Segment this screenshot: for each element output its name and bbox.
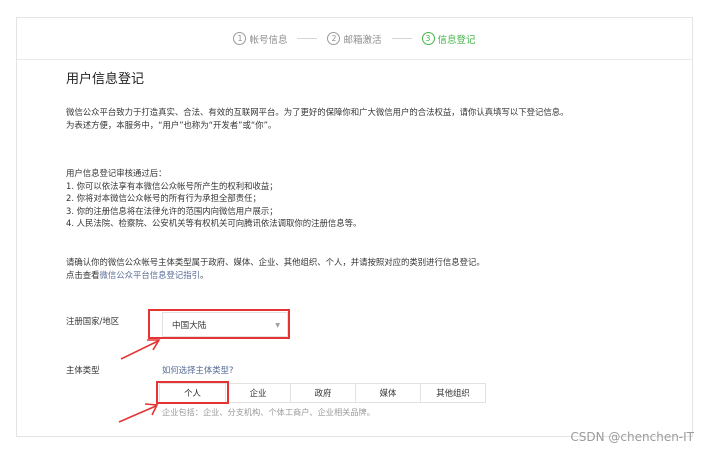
annotation-arrow-icon [120,339,161,360]
step-account-info: 1 帐号信息 [233,32,287,46]
review-line: 1. 你可以依法享有本微信公众帐号所产生的权利和收益； [66,180,278,191]
confirm-text: 请确认你的微信公众帐号主体类型属于政府、媒体、企业、其他组织、个人，并请按照对应… [66,256,485,281]
review-line: 4. 人民法院、检察院、公安机关等有权机关可向腾讯依法调取你的注册信息等。 [66,218,362,229]
entity-type-hint: 企业包括：企业、分支机构、个体工商户、企业相关品牌。 [162,407,375,417]
step-label: 信息登记 [437,34,476,46]
country-label: 注册国家/地区 [66,316,120,326]
step-label: 帐号信息 [249,34,288,46]
guide-link[interactable]: 微信公众平台信息登记指引 [100,270,201,280]
intro-text: 微信公众平台致力于打造真实、合法、有效的互联网平台。为了更好的保障你和广大微信用… [66,106,569,131]
confirm-line: 请确认你的微信公众帐号主体类型属于政府、媒体、企业、其他组织、个人，并请按照对应… [66,257,485,267]
watermark-text: CSDN @chenchen-IT [570,430,694,444]
step-number: 1 [233,32,247,45]
guide-line: 点击查看微信公众平台信息登记指引。 [66,269,485,282]
intro-line: 为表述方便，本服务中，“用户”也称为“开发者”或“你”。 [66,119,277,130]
progress-steps: 1 帐号信息 2 邮箱激活 3 信息登记 [17,18,692,60]
tab-government[interactable]: 政府 [290,384,355,402]
tab-other-organization[interactable]: 其他组织 [420,384,485,402]
review-line: 用户信息登记审核通过后： [66,168,167,178]
tab-enterprise[interactable]: 企业 [225,384,290,402]
review-line: 3. 你的注册信息将在法律允许的范围内向微信用户展示； [66,205,278,216]
tab-media[interactable]: 媒体 [355,384,420,402]
step-separator [297,38,318,39]
step-number: 3 [421,32,435,45]
entity-type-tabs: 个人 企业 政府 媒体 其他组织 [159,383,486,403]
step-separator [391,38,412,39]
country-select[interactable]: 中国大陆 ▼ [162,312,288,337]
entity-type-help-link[interactable]: 如何选择主体类型? [162,364,233,376]
entity-type-label: 主体类型 [66,365,100,375]
step-email-activation: 2 邮箱激活 [327,32,382,46]
guide-prefix: 点击查看 [66,269,100,280]
tab-individual[interactable]: 个人 [160,384,225,402]
annotation-arrow-icon [118,403,159,423]
country-value: 中国大陆 [172,320,207,331]
review-line: 2. 你将对本微信公众帐号的所有行为承担全部责任； [66,193,261,204]
chevron-down-icon: ▼ [275,322,280,329]
step-number: 2 [327,32,341,45]
page-title: 用户信息登记 [66,72,145,87]
review-notes: 用户信息登记审核通过后： 1. 你可以依法享有本微信公众帐号所产生的权利和收益；… [66,167,361,230]
guide-suffix: 。 [200,269,209,280]
intro-line: 微信公众平台致力于打造真实、合法、有效的互联网平台。为了更好的保障你和广大微信用… [66,107,569,117]
step-label: 邮箱激活 [343,34,382,46]
step-info-registration: 3 信息登记 [421,32,476,46]
